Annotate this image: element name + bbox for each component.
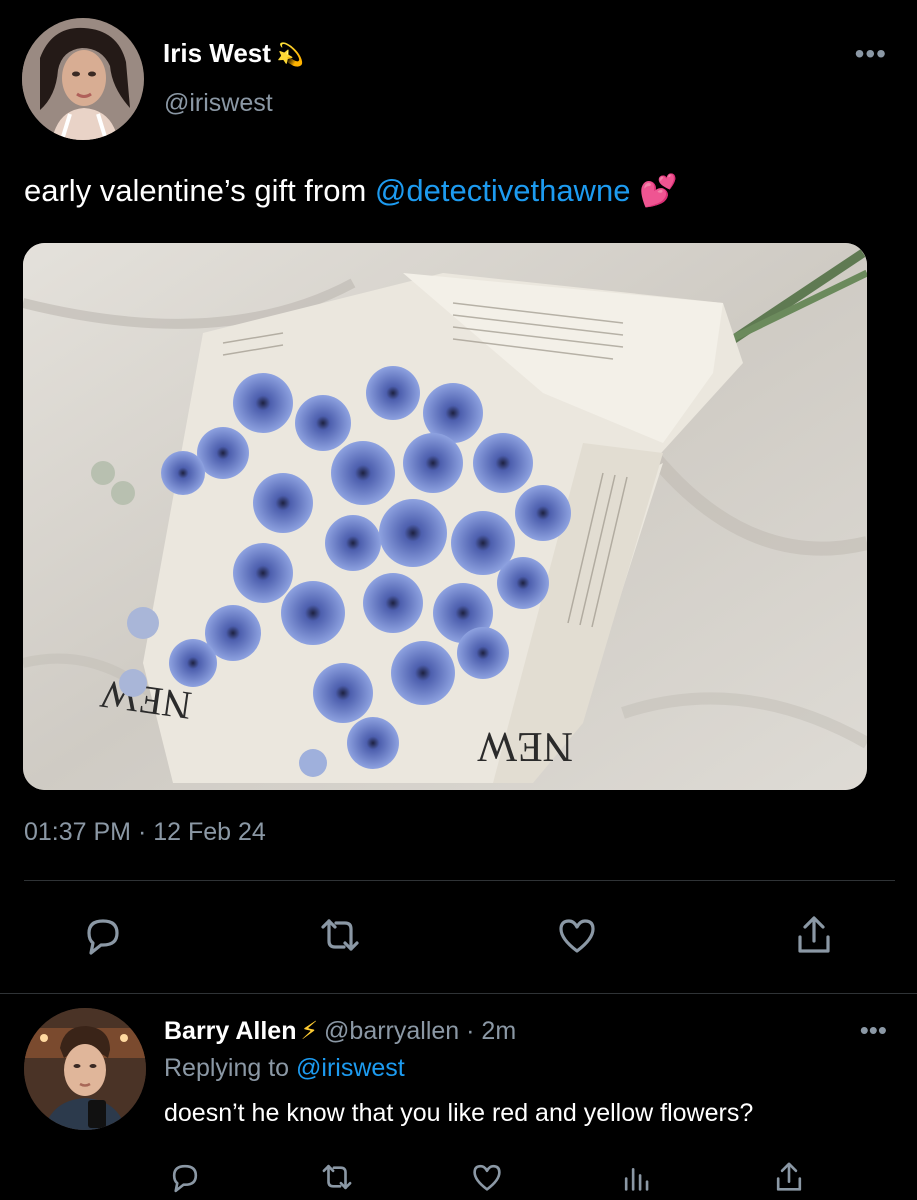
reply-time: · 2m bbox=[466, 1017, 517, 1045]
bouquet-photo-graphic: NEW NEW bbox=[23, 243, 867, 790]
like-icon[interactable] bbox=[555, 913, 599, 957]
reply-text: doesn’t he know that you like red and ye… bbox=[164, 1099, 754, 1127]
analytics-icon[interactable] bbox=[620, 1160, 654, 1194]
svg-text:NEW: NEW bbox=[477, 723, 573, 769]
tweet-text: early valentine’s gift from @detectiveth… bbox=[24, 172, 678, 209]
share-icon[interactable] bbox=[772, 1160, 806, 1194]
replying-to-label: Replying to bbox=[164, 1054, 290, 1082]
reply-icon[interactable] bbox=[168, 1160, 202, 1194]
reply-author-handle[interactable]: @barryallen bbox=[324, 1017, 459, 1045]
like-icon[interactable] bbox=[470, 1160, 504, 1194]
tweet-timestamp: 01:37 PM · 12 Feb 24 bbox=[24, 818, 266, 846]
more-options-icon[interactable]: ••• bbox=[855, 40, 887, 68]
lightning-emoji-icon: ⚡ bbox=[300, 1017, 319, 1045]
more-options-icon[interactable]: ••• bbox=[860, 1017, 887, 1043]
author-name-text: Iris West bbox=[163, 38, 271, 68]
author-avatar[interactable] bbox=[22, 18, 144, 140]
reply-author-avatar[interactable] bbox=[24, 1008, 146, 1130]
divider bbox=[24, 880, 895, 881]
replying-to-line: Replying to @iriswest bbox=[164, 1054, 405, 1083]
reply-icon[interactable] bbox=[81, 913, 125, 957]
reply-header: Barry Allen ⚡ @barryallen · 2m bbox=[164, 1016, 516, 1046]
retweet-icon[interactable] bbox=[320, 1160, 354, 1194]
author-name[interactable]: Iris West 💫 bbox=[163, 38, 304, 69]
dizzy-emoji-icon: 💫 bbox=[276, 42, 305, 67]
tweet-thread-page: Iris West 💫 @iriswest ••• early valentine… bbox=[0, 0, 917, 1200]
retweet-icon[interactable] bbox=[318, 913, 362, 957]
reply-author-name[interactable]: Barry Allen bbox=[164, 1017, 296, 1045]
mention-link[interactable]: @detectivethawne bbox=[375, 173, 631, 208]
hearts-emoji-icon: 💕 bbox=[639, 173, 678, 208]
replying-to-mention[interactable]: @iriswest bbox=[296, 1054, 405, 1082]
tweet-text-body: early valentine’s gift from bbox=[24, 173, 375, 208]
tweet-photo[interactable]: NEW NEW bbox=[23, 243, 867, 790]
divider bbox=[0, 993, 917, 994]
share-icon[interactable] bbox=[792, 913, 836, 957]
author-handle[interactable]: @iriswest bbox=[164, 89, 273, 118]
